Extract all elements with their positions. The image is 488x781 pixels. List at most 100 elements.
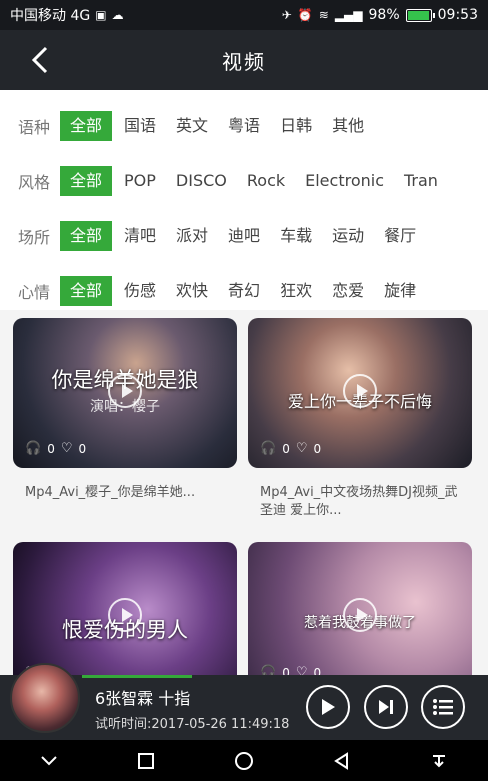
nav-home-button[interactable] [219, 740, 269, 781]
play-button[interactable] [306, 685, 350, 729]
next-button[interactable] [364, 685, 408, 729]
video-card[interactable]: 你是绵羊她是狼 演唱：樱子 🎧 0 ♡ 0 Mp4_Avi_樱子_你是绵羊她..… [13, 318, 237, 528]
nfc-icon: ✈ [281, 8, 292, 22]
video-card[interactable]: 恨爱伤的男人 ♡ 0 [13, 542, 237, 675]
play-icon[interactable] [108, 374, 142, 408]
album-art[interactable] [10, 663, 80, 733]
video-stats: 🎧 0 ♡ 0 [260, 441, 321, 456]
heart-icon: ♡ [60, 441, 73, 456]
filter-label: 风格 [18, 172, 51, 192]
chevron-down-icon [41, 755, 57, 765]
nav-recents-button[interactable] [121, 740, 171, 781]
filter-chip[interactable]: 运动 [322, 221, 374, 251]
carrier-text: 中国移动 4G [10, 8, 91, 24]
filter-chip[interactable]: 迪吧 [218, 221, 270, 251]
filter-chip[interactable]: 奇幻 [218, 276, 270, 306]
playlist-button[interactable] [421, 685, 465, 729]
filter-chip[interactable]: 英文 [166, 111, 218, 141]
filter-chip[interactable]: 伤感 [114, 276, 166, 306]
signal-icon: ▂▄▆ [334, 8, 363, 22]
filter-chip[interactable]: 粤语 [218, 111, 270, 141]
home-circle-icon [234, 751, 253, 770]
video-thumbnail[interactable]: 你是绵羊她是狼 演唱：樱子 🎧 0 ♡ 0 [13, 318, 237, 468]
filter-row-language: 语种 全部 国语 英文 粤语 日韩 其他 [0, 98, 488, 153]
heart-icon: ♡ [295, 441, 308, 456]
page-title: 视频 [222, 49, 266, 74]
filter-chip[interactable]: 恋爱 [322, 276, 374, 306]
video-caption[interactable]: Mp4_Avi_中文夜场热舞DJ视频_武圣迪 爱上你... [248, 468, 472, 528]
image-icon: ▣ [95, 8, 107, 22]
filter-chip[interactable]: DISCO [166, 166, 237, 196]
headphones-icon: 🎧 [25, 441, 42, 456]
play-icon [322, 699, 335, 715]
recents-square-icon [138, 752, 155, 769]
filter-label: 心情 [18, 282, 51, 302]
filter-chip[interactable]: 欢快 [166, 276, 218, 306]
video-card[interactable]: 爱上你一辈子不后悔 🎧 0 ♡ 0 Mp4_Avi_中文夜场热舞DJ视频_武圣迪… [248, 318, 472, 528]
cloud-icon: ☁ [111, 8, 124, 22]
listen-count: 0 [47, 441, 55, 456]
filter-chip[interactable]: Rock [237, 166, 295, 196]
listen-count: 0 [282, 665, 290, 676]
status-left: 中国移动 4G ▣ ☁ [10, 5, 124, 25]
nav-collapse-button[interactable] [24, 740, 74, 781]
filter-label: 场所 [18, 227, 51, 247]
playback-progress [82, 675, 192, 678]
back-triangle-icon [333, 751, 348, 770]
filter-panel: 语种 全部 国语 英文 粤语 日韩 其他 风格 全部 POP DISCO Roc… [0, 90, 488, 310]
nav-notifications-button[interactable] [414, 740, 464, 781]
video-thumbnail[interactable]: 惹着我鼓着事做了 🎧 0 ♡ 0 [248, 542, 472, 675]
filter-row-venue: 场所 全部 清吧 派对 迪吧 车载 运动 餐厅 [0, 208, 488, 263]
filter-chip[interactable]: 日韩 [270, 111, 322, 141]
filter-chip[interactable]: 车载 [270, 221, 322, 251]
heart-icon: ♡ [295, 665, 308, 675]
nav-back-button[interactable] [317, 740, 367, 781]
like-count: 0 [313, 441, 322, 456]
video-card[interactable]: 惹着我鼓着事做了 🎧 0 ♡ 0 [248, 542, 472, 675]
wifi-icon: ≋ [318, 8, 329, 22]
video-thumbnail[interactable]: 爱上你一辈子不后悔 🎧 0 ♡ 0 [248, 318, 472, 468]
listen-count: 0 [282, 441, 290, 456]
filter-chip[interactable]: 国语 [114, 111, 166, 141]
alarm-icon: ⏰ [297, 8, 313, 22]
filter-row-mood: 心情 全部 伤感 欢快 奇幻 狂欢 恋爱 旋律 [0, 263, 488, 318]
filter-chip[interactable]: Tran [394, 166, 448, 196]
filter-chip-all[interactable]: 全部 [60, 165, 113, 196]
play-icon[interactable] [343, 598, 377, 632]
filter-label: 语种 [18, 117, 51, 137]
headphones-icon: 🎧 [260, 441, 277, 456]
video-thumbnail[interactable]: 恨爱伤的男人 ♡ 0 [13, 542, 237, 675]
battery-icon [405, 8, 435, 22]
main-content: 语种 全部 国语 英文 粤语 日韩 其他 风格 全部 POP DISCO Roc… [0, 90, 488, 675]
video-stats: 🎧 0 ♡ 0 [260, 665, 321, 675]
play-icon[interactable] [108, 598, 142, 632]
battery-percent: 98% [368, 7, 400, 23]
filter-chip-all[interactable]: 全部 [60, 110, 113, 141]
filter-chip[interactable]: 清吧 [114, 221, 166, 251]
playlist-icon [433, 699, 453, 715]
filter-chip[interactable]: 派对 [166, 221, 218, 251]
video-caption[interactable]: Mp4_Avi_樱子_你是绵羊她... [13, 468, 237, 528]
filter-row-style: 风格 全部 POP DISCO Rock Electronic Tran [0, 153, 488, 208]
video-stats: 🎧 0 ♡ 0 [25, 441, 86, 456]
filter-chip[interactable]: 餐厅 [374, 221, 426, 251]
headphones-icon: 🎧 [260, 665, 277, 675]
filter-chip-all[interactable]: 全部 [60, 275, 113, 306]
title-bar: 视频 [0, 30, 488, 90]
play-icon[interactable] [343, 374, 377, 408]
skip-next-icon [379, 700, 393, 714]
filter-chip[interactable]: POP [114, 166, 166, 196]
status-bar: 中国移动 4G ▣ ☁ ✈ ⏰ ≋ ▂▄▆ 98% 09:53 [0, 0, 488, 30]
filter-chip[interactable]: Electronic [295, 166, 394, 196]
pull-down-icon [433, 754, 446, 767]
track-title[interactable]: 6张智霖 十指 [95, 685, 190, 709]
filter-chip[interactable]: 其他 [322, 111, 374, 141]
back-button[interactable] [22, 42, 58, 78]
filter-chip[interactable]: 旋律 [374, 276, 426, 306]
back-chevron-icon [31, 46, 48, 74]
filter-chip[interactable]: 狂欢 [270, 276, 322, 306]
mini-player[interactable]: 6张智霖 十指 试听时间:2017-05-26 11:49:18 [0, 663, 488, 740]
filter-chip-all[interactable]: 全部 [60, 220, 113, 251]
like-count: 0 [78, 441, 87, 456]
status-right: ✈ ⏰ ≋ ▂▄▆ 98% 09:53 [282, 7, 478, 23]
